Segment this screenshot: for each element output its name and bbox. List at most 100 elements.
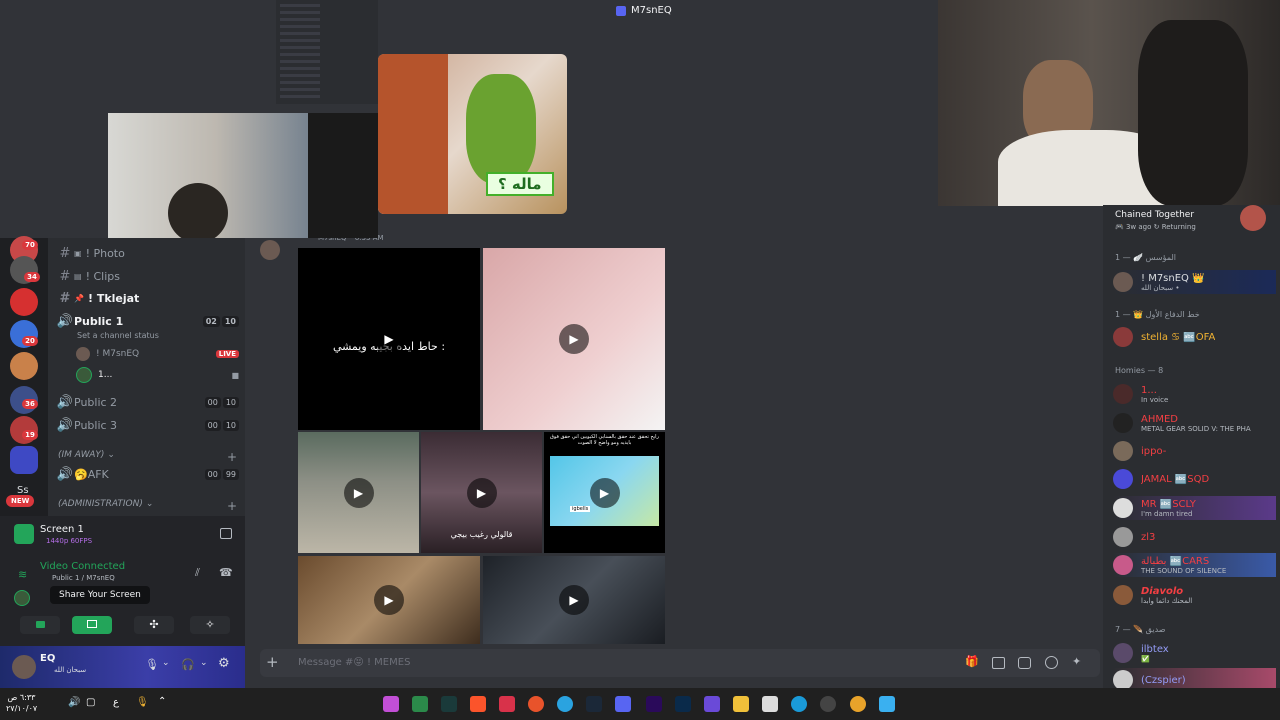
app-icon[interactable] [383, 696, 399, 712]
obs-icon[interactable] [820, 696, 836, 712]
video-attachment[interactable]: قالولي رغيب بيجي ▶ [421, 432, 542, 553]
sticker-icon[interactable] [1018, 657, 1031, 669]
member-row[interactable]: Diavolo المحنك دائما وابدا [1113, 583, 1276, 607]
share-screen-button[interactable] [72, 616, 112, 634]
steam-icon[interactable] [586, 696, 602, 712]
app-icon[interactable] [704, 696, 720, 712]
channel-label: ! Photo [85, 246, 125, 260]
video-attachment[interactable]: ▶ [483, 556, 665, 644]
video-attachment[interactable]: حاط ايده بجيبه ويمشي : ▶ [298, 248, 480, 430]
member-row[interactable]: zl3 [1113, 525, 1276, 549]
play-icon[interactable]: ▶ [374, 324, 404, 354]
store-icon[interactable] [762, 696, 778, 712]
play-icon[interactable]: ▶ [559, 324, 589, 354]
voice-channel-afk[interactable]: 🔊 🥱AFK 00 99 [56, 464, 239, 484]
play-icon[interactable]: ▶ [559, 585, 589, 615]
channel-clips[interactable]: # ▤! Clips [56, 266, 239, 286]
channel-status[interactable]: Set a channel status [77, 331, 159, 340]
clock[interactable]: ٦:٣٣ ص ٢٧/١٠/٠٧ [6, 692, 37, 714]
camera-button[interactable] [20, 616, 60, 634]
headphones-icon[interactable]: 🎧 [181, 658, 195, 671]
microphone-icon[interactable]: 🎙 [136, 697, 149, 708]
server-label[interactable]: Ss [17, 485, 29, 496]
photoshop-icon[interactable] [675, 696, 691, 712]
voice-channel-public-2[interactable]: 🔊 Public 2 00 10 [56, 392, 239, 412]
add-channel-icon[interactable]: + [227, 499, 237, 513]
member-row[interactable]: ilbtex ✅ [1113, 641, 1276, 665]
terminal-icon[interactable] [441, 696, 457, 712]
server-icon[interactable] [10, 352, 38, 380]
user-name[interactable]: EQ [40, 653, 55, 664]
avatar [1113, 441, 1133, 461]
play-icon[interactable]: ▶ [589, 477, 620, 508]
disconnect-icon[interactable]: ☎ [219, 566, 233, 579]
sticker-image[interactable]: ماله ؟ [378, 54, 567, 214]
voice-user-row[interactable]: 1... ■ [76, 365, 239, 385]
member-row[interactable]: ! M7snEQ 👑 سبحان الله • [1113, 270, 1276, 294]
member-row[interactable]: AHMED METAL GEAR SOLID V: THE PHA [1113, 411, 1276, 435]
play-icon[interactable]: ▶ [374, 585, 404, 615]
video-attachment[interactable]: رايح تحقق عند حقق بالسنابي الكيوبين اني … [544, 432, 665, 553]
volume-icon[interactable]: 🔊 [68, 697, 80, 708]
member-row[interactable]: 1... In voice [1113, 382, 1276, 406]
gear-icon[interactable]: ⚙ [218, 656, 230, 671]
gif-icon[interactable] [992, 657, 1005, 669]
video-attachment[interactable]: ▶ [298, 556, 480, 644]
chevron-down-icon[interactable]: ⌄ [200, 658, 208, 668]
file-explorer-icon[interactable] [733, 696, 749, 712]
play-icon[interactable]: ▶ [343, 477, 374, 508]
signal-icon[interactable]: ≋ [18, 568, 27, 581]
excel-icon[interactable] [412, 696, 428, 712]
microphone-icon[interactable]: 🎙 [145, 658, 159, 671]
author-avatar[interactable] [260, 240, 280, 260]
edge-icon[interactable] [791, 696, 807, 712]
user-avatar[interactable] [12, 655, 36, 679]
network-icon[interactable]: ▢ [86, 697, 95, 708]
member-row[interactable]: MR 🔤SCLY I'm damn tired [1113, 496, 1276, 520]
add-channel-icon[interactable]: + [227, 450, 237, 464]
activities-button[interactable]: ✣ [134, 616, 174, 634]
premiere-icon[interactable] [646, 696, 662, 712]
add-attachment-icon[interactable]: + [266, 653, 279, 671]
soundboard-button[interactable]: ✧ [190, 616, 230, 634]
apps-icon[interactable]: ✦ [1072, 655, 1081, 668]
voice-status[interactable]: Video Connected [40, 561, 125, 572]
video-attachment[interactable]: ▶ [298, 432, 419, 553]
app-icon[interactable] [499, 696, 515, 712]
gift-icon[interactable]: 🎁 [965, 655, 979, 668]
member-status: I'm damn tired [1141, 509, 1193, 518]
channel-photo[interactable]: # ▣! Photo [56, 243, 239, 263]
chrome-icon[interactable] [850, 696, 866, 712]
voice-channel-info[interactable]: Public 1 / M7snEQ [52, 574, 115, 582]
play-icon[interactable]: ▶ [466, 477, 497, 508]
category-administration[interactable]: (ADMINISTRATION) ⌄ + [58, 499, 237, 513]
member-row[interactable]: بطبالة 🔤CARS THE SOUND OF SILENCE [1113, 553, 1276, 577]
telegram-icon[interactable] [557, 696, 573, 712]
language-indicator[interactable]: ع [113, 697, 119, 708]
app-icon[interactable] [528, 696, 544, 712]
category-im-away[interactable]: (IM AWAY) ⌄ + [58, 450, 237, 464]
emoji-icon[interactable] [1045, 656, 1058, 669]
chevron-down-icon: ⌄ [145, 499, 154, 509]
video-attachment[interactable]: ▶ [483, 248, 665, 430]
member-row[interactable]: ippo- [1113, 439, 1276, 463]
member-row[interactable]: stella ♋ 🔤OFA [1113, 325, 1276, 349]
message-input[interactable]: Message #😝 ! MEMES [298, 657, 410, 668]
channel-tklejat[interactable]: # 📌! Tklejat [56, 288, 239, 308]
message-composer[interactable]: + Message #😝 ! MEMES 🎁 ✦ [260, 649, 1100, 677]
member-row[interactable]: JAMAL 🔤SQD [1113, 467, 1276, 491]
noise-suppression-icon[interactable]: ⫽ [195, 566, 200, 580]
chevron-up-icon[interactable]: ⌃ [158, 696, 166, 707]
chevron-down-icon[interactable]: ⌄ [162, 658, 170, 668]
server-icon-selected[interactable] [10, 446, 38, 474]
voice-channel-public-3[interactable]: 🔊 Public 3 00 10 [56, 415, 239, 435]
stop-stream-icon[interactable] [220, 528, 232, 539]
windows-start-icon[interactable] [879, 696, 895, 712]
server-icon[interactable] [10, 288, 38, 316]
avatar[interactable] [14, 590, 30, 606]
voice-user-row[interactable]: ! M7snEQ LIVE [76, 344, 239, 364]
brave-icon[interactable] [470, 696, 486, 712]
discord-icon[interactable] [615, 696, 631, 712]
activity-card[interactable]: Chained Together 🎮 3w ago ↻ Returning [1115, 210, 1196, 231]
voice-channel-public-1[interactable]: 🔊 Public 1 02 10 [56, 311, 239, 331]
